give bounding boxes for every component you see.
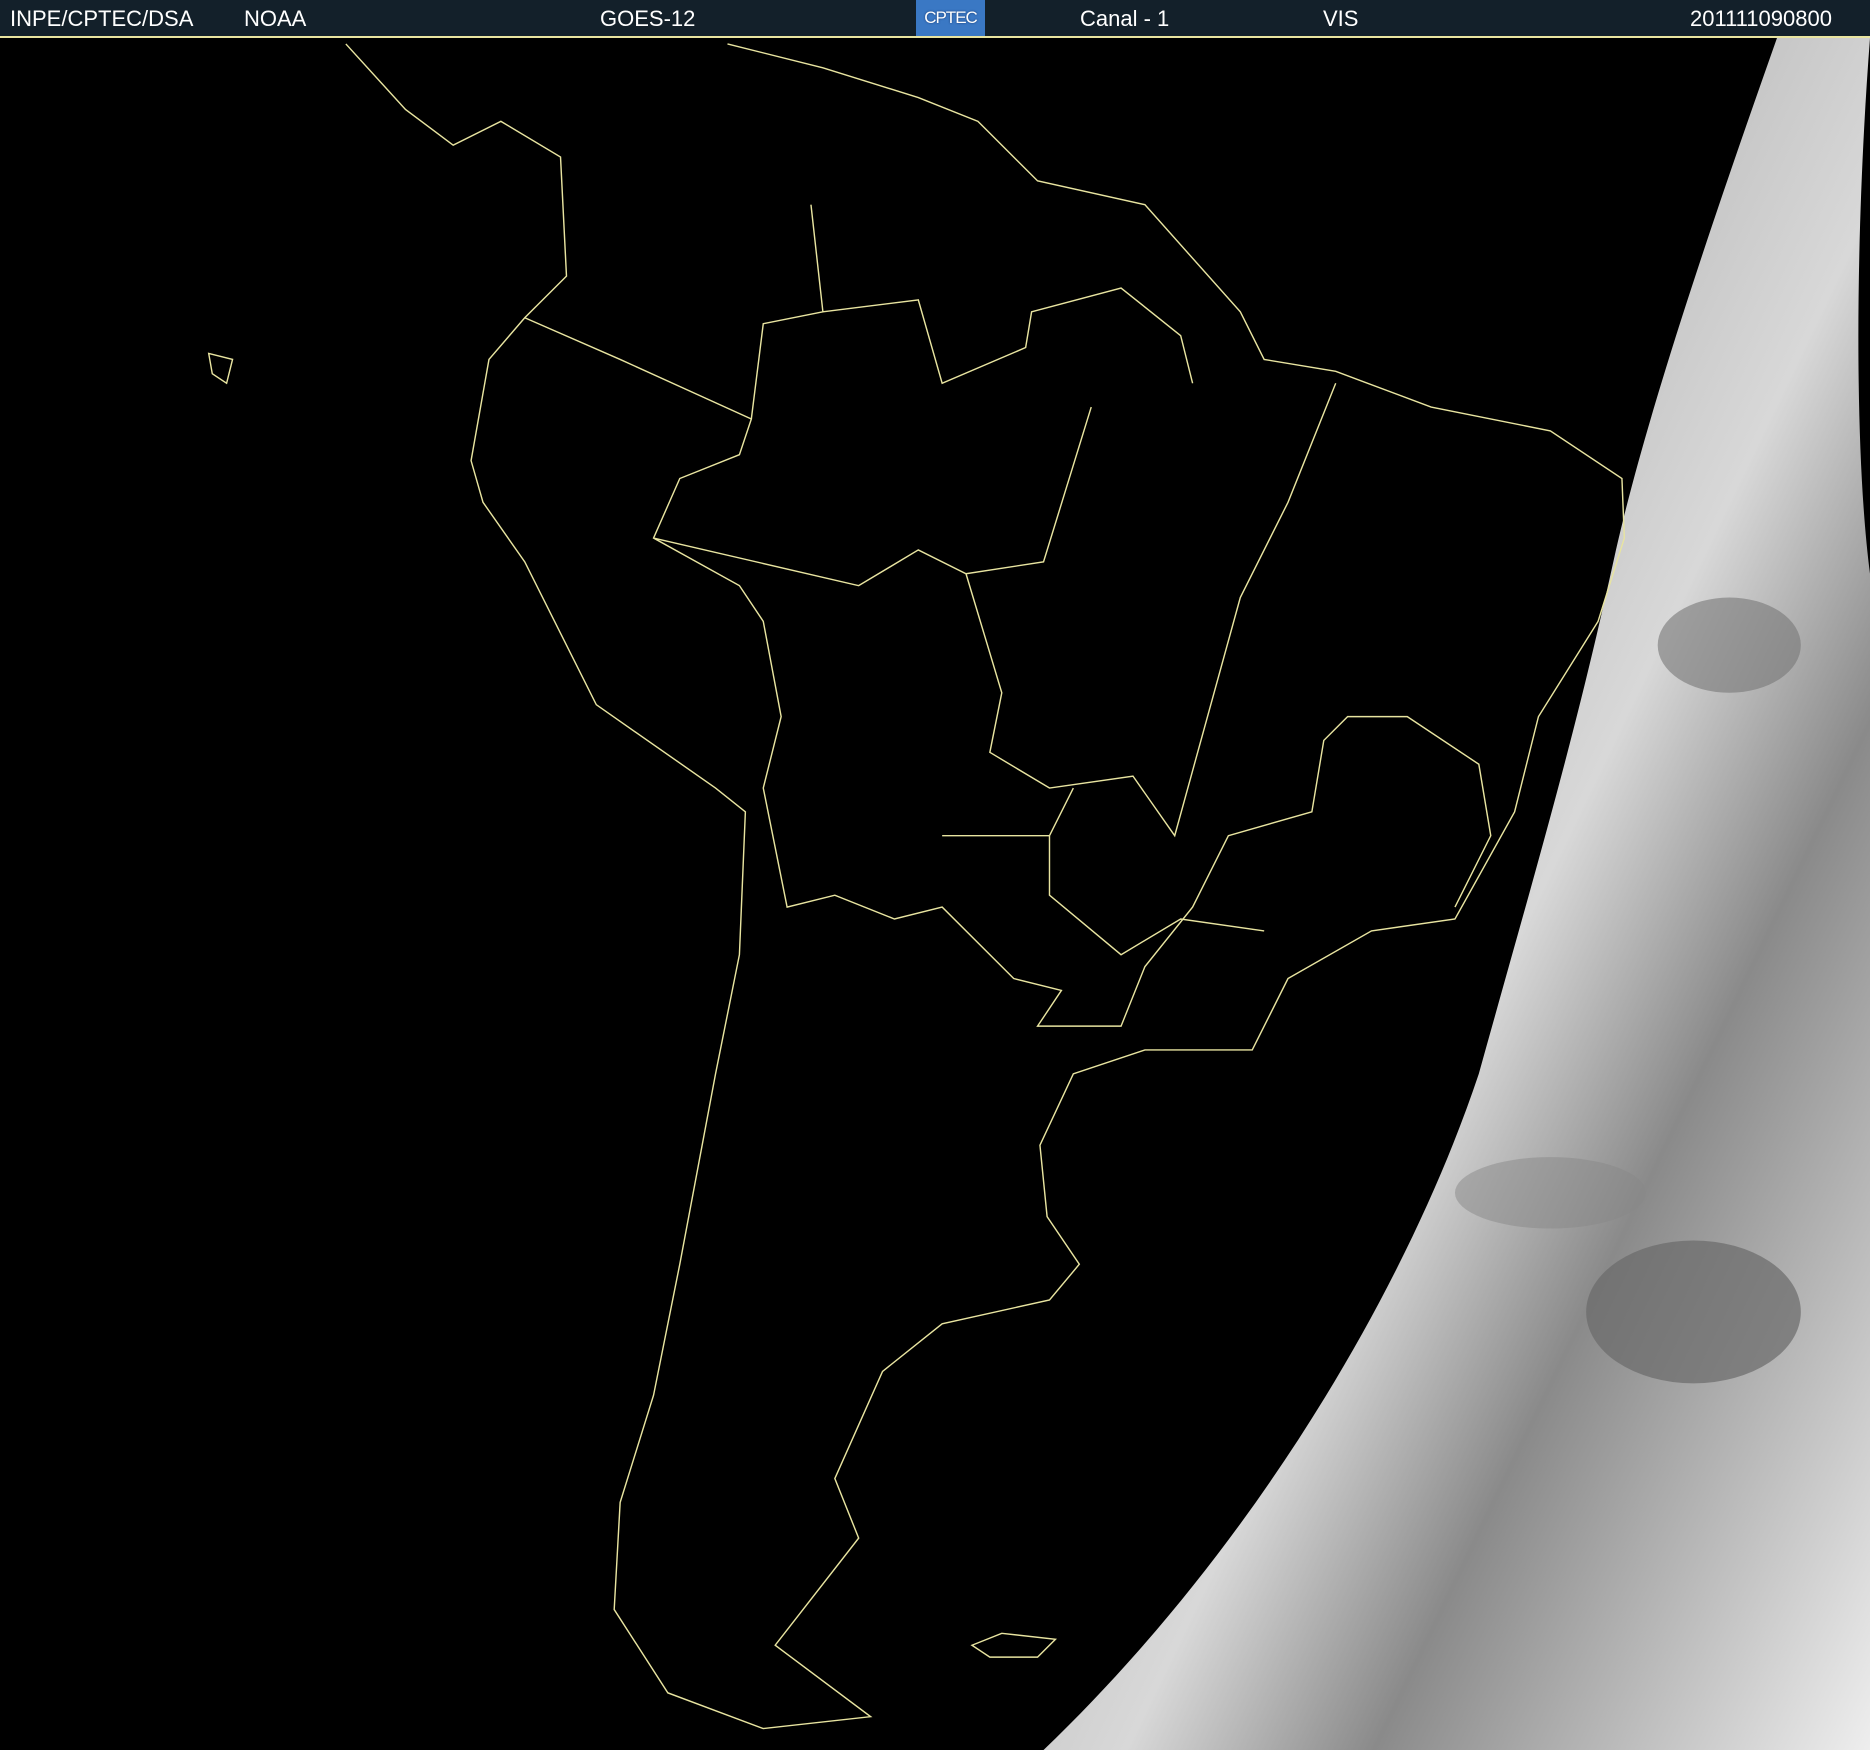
channel-label: Canal - 1 (1080, 6, 1170, 31)
timestamp-label: 201111090800 (1690, 6, 1832, 31)
satellite-map (0, 38, 1870, 1750)
satellite-label: GOES-12 (600, 6, 696, 31)
image-header: INPE/CPTEC/DSA NOAA GOES-12 CPTEC Canal … (0, 0, 1870, 38)
cptec-logo: CPTEC (916, 0, 985, 36)
cloud-gap (1657, 597, 1801, 693)
agency-label: NOAA (244, 6, 307, 31)
cloud-gap (1454, 1157, 1646, 1229)
band-label: VIS (1323, 6, 1359, 31)
cloud-gap (1586, 1240, 1801, 1384)
institution-label: INPE/CPTEC/DSA (10, 6, 194, 31)
